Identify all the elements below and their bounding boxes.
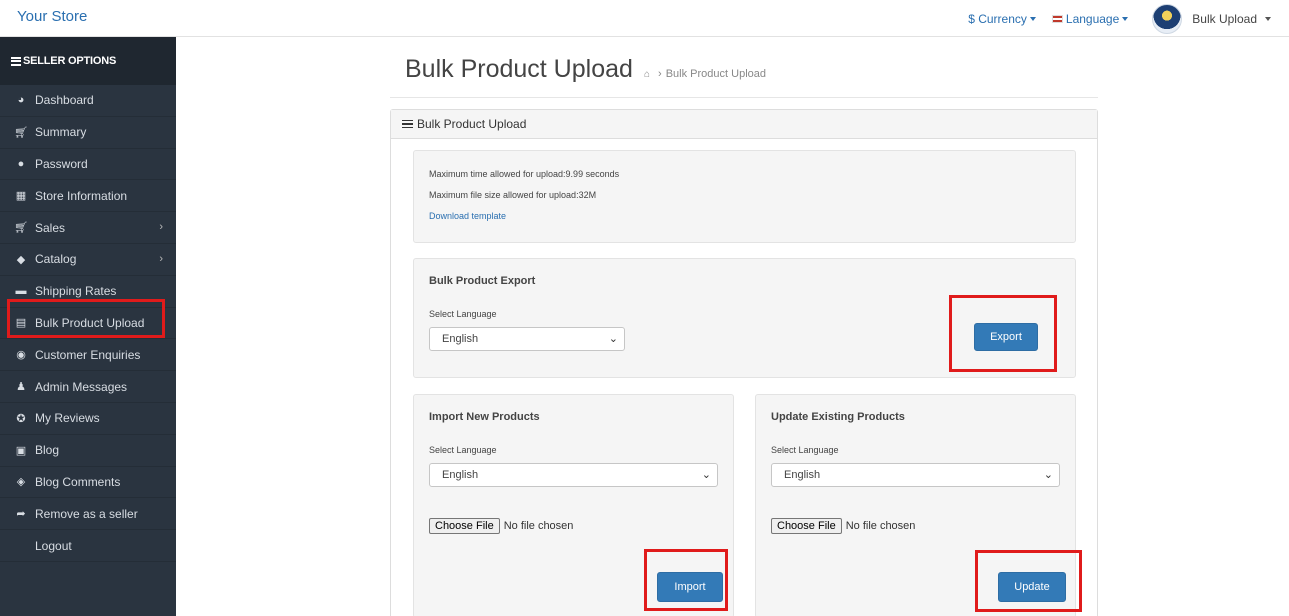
import-language-label: Select Language <box>429 445 497 455</box>
sidebar-item-label: Customer Enquiries <box>35 347 141 362</box>
sidebar-item-label: Store Information <box>35 188 128 203</box>
import-file-input[interactable]: Choose File No file chosen <box>429 518 573 534</box>
truck-icon: ▬ <box>15 285 27 298</box>
sidebar-item-label: Catalog <box>35 252 77 267</box>
sidebar-heading-label: SELLER OPTIONS <box>23 55 117 67</box>
top-right-controls: $ Currency Language Bulk Upload <box>968 0 1289 37</box>
sidebar-item-my-reviews[interactable]: ✪ My Reviews <box>0 403 176 435</box>
highlight-box-export <box>949 295 1057 372</box>
comments-icon: ◈ <box>16 476 26 489</box>
sidebar-item-label: Password <box>35 156 88 171</box>
caret-down-icon <box>1122 16 1129 21</box>
page-title: Bulk Product Upload <box>405 55 633 83</box>
tags-icon: ◆ <box>16 253 26 266</box>
chevron-down-icon: ⌄ <box>701 469 711 481</box>
update-language-value: English <box>784 469 821 481</box>
sidebar-item-catalog[interactable]: ◆ Catalog › <box>0 244 176 276</box>
breadcrumb: ⌂ › Bulk Product Upload <box>644 68 766 80</box>
store-icon: ▦ <box>15 190 27 203</box>
currency-dropdown[interactable]: $ Currency <box>968 12 1036 26</box>
sidebar-item-store-information[interactable]: ▦ Store Information <box>0 180 176 213</box>
menu-bars-icon <box>11 55 21 67</box>
sidebar-item-admin-messages[interactable]: ♟ Admin Messages <box>0 371 176 403</box>
export-language-value: English <box>442 333 479 345</box>
blog-icon: ▣ <box>15 444 27 457</box>
user-name: Bulk Upload <box>1192 11 1257 26</box>
language-dropdown[interactable]: Language <box>1051 11 1129 26</box>
language-label: Language <box>1065 11 1120 26</box>
users-icon: ♟ <box>16 381 26 394</box>
chevron-down-icon: ⌄ <box>608 333 618 345</box>
import-title: Import New Products <box>429 411 540 423</box>
panel-heading: Bulk Product Upload <box>391 110 1097 139</box>
export-language-label: Select Language <box>429 309 497 319</box>
update-file-status: No file chosen <box>845 520 916 532</box>
chevron-down-icon: ⌄ <box>1043 469 1053 481</box>
store-name-link[interactable]: Your Store <box>17 8 87 25</box>
user-icon: ● <box>17 157 25 170</box>
max-time-text: Maximum time allowed for upload:9.99 sec… <box>429 169 620 179</box>
update-title: Update Existing Products <box>771 411 905 423</box>
dashboard-icon: ◕ <box>17 94 25 107</box>
export-title: Bulk Product Export <box>429 275 536 287</box>
update-language-select[interactable]: English ⌄ <box>771 463 1060 487</box>
caret-down-icon <box>1265 16 1271 21</box>
cart-icon: 🛒︎ <box>14 126 28 139</box>
highlight-box-update <box>975 550 1082 612</box>
star-icon: ✪ <box>16 412 26 425</box>
currency-label: $ Currency <box>968 11 1027 26</box>
import-file-status: No file chosen <box>503 520 574 532</box>
highlight-box-sidebar <box>7 299 165 338</box>
sidebar-item-dashboard[interactable]: ◕ Dashboard <box>0 85 176 117</box>
sidebar-item-label: Summary <box>35 125 87 140</box>
export-language-select[interactable]: English ⌄ <box>429 327 625 351</box>
sidebar-item-label: Remove as a seller <box>35 506 138 521</box>
sidebar-item-label: Admin Messages <box>35 379 128 394</box>
upload-info-well: Maximum time allowed for upload:9.99 sec… <box>413 150 1076 243</box>
chevron-right-icon: › <box>159 252 163 265</box>
sidebar-item-blog-comments[interactable]: ◈ Blog Comments <box>0 467 176 499</box>
max-size-text: Maximum file size allowed for upload:32M <box>429 190 597 200</box>
top-header: Your Store $ Currency Language Bulk Uplo… <box>0 0 1289 37</box>
flag-icon <box>1051 14 1063 23</box>
sidebar-heading[interactable]: SELLER OPTIONS <box>0 37 176 85</box>
user-menu[interactable]: Bulk Upload <box>1152 3 1271 34</box>
avatar <box>1152 3 1183 34</box>
home-icon[interactable]: ⌂ <box>644 69 650 80</box>
breadcrumb-current[interactable]: Bulk Product Upload <box>666 68 766 80</box>
caret-down-icon <box>1029 16 1036 21</box>
update-file-input[interactable]: Choose File No file chosen <box>771 518 915 534</box>
update-language-label: Select Language <box>771 445 839 455</box>
download-template-link[interactable]: Download template <box>429 211 506 221</box>
sidebar-item-summary[interactable]: 🛒︎ Summary <box>0 117 176 149</box>
sidebar-item-label: Sales <box>35 220 66 235</box>
sidebar-item-label: Logout <box>35 538 72 553</box>
sidebar-item-logout[interactable]: Logout <box>0 530 176 562</box>
sidebar-item-blog[interactable]: ▣ Blog <box>0 435 176 467</box>
sidebar-item-label: My Reviews <box>35 411 100 426</box>
list-icon <box>402 118 413 131</box>
sidebar-item-label: Dashboard <box>35 93 94 108</box>
sidebar-item-label: Blog Comments <box>35 474 121 489</box>
sidebar-item-password[interactable]: ● Password <box>0 149 176 181</box>
envelope-icon: ◉ <box>16 349 26 362</box>
import-language-value: English <box>442 469 479 481</box>
title-divider <box>390 97 1098 98</box>
sidebar-item-customer-enquiries[interactable]: ◉ Customer Enquiries <box>0 339 176 372</box>
sign-out-icon: ➦ <box>16 508 26 521</box>
chevron-right-icon: › <box>159 221 163 234</box>
cart-icon: 🛒︎ <box>14 222 28 235</box>
breadcrumb-separator: › <box>658 68 662 80</box>
update-choose-file-button[interactable]: Choose File <box>771 518 842 534</box>
sidebar-item-label: Blog <box>35 443 60 458</box>
sidebar-item-label: Shipping Rates <box>35 284 117 299</box>
panel-heading-label: Bulk Product Upload <box>417 117 527 131</box>
sidebar-item-remove-as-seller[interactable]: ➦ Remove as a seller <box>0 498 176 531</box>
import-language-select[interactable]: English ⌄ <box>429 463 718 487</box>
highlight-box-import <box>644 549 728 611</box>
sidebar-item-sales[interactable]: 🛒︎ Sales › <box>0 212 176 244</box>
import-choose-file-button[interactable]: Choose File <box>429 518 500 534</box>
